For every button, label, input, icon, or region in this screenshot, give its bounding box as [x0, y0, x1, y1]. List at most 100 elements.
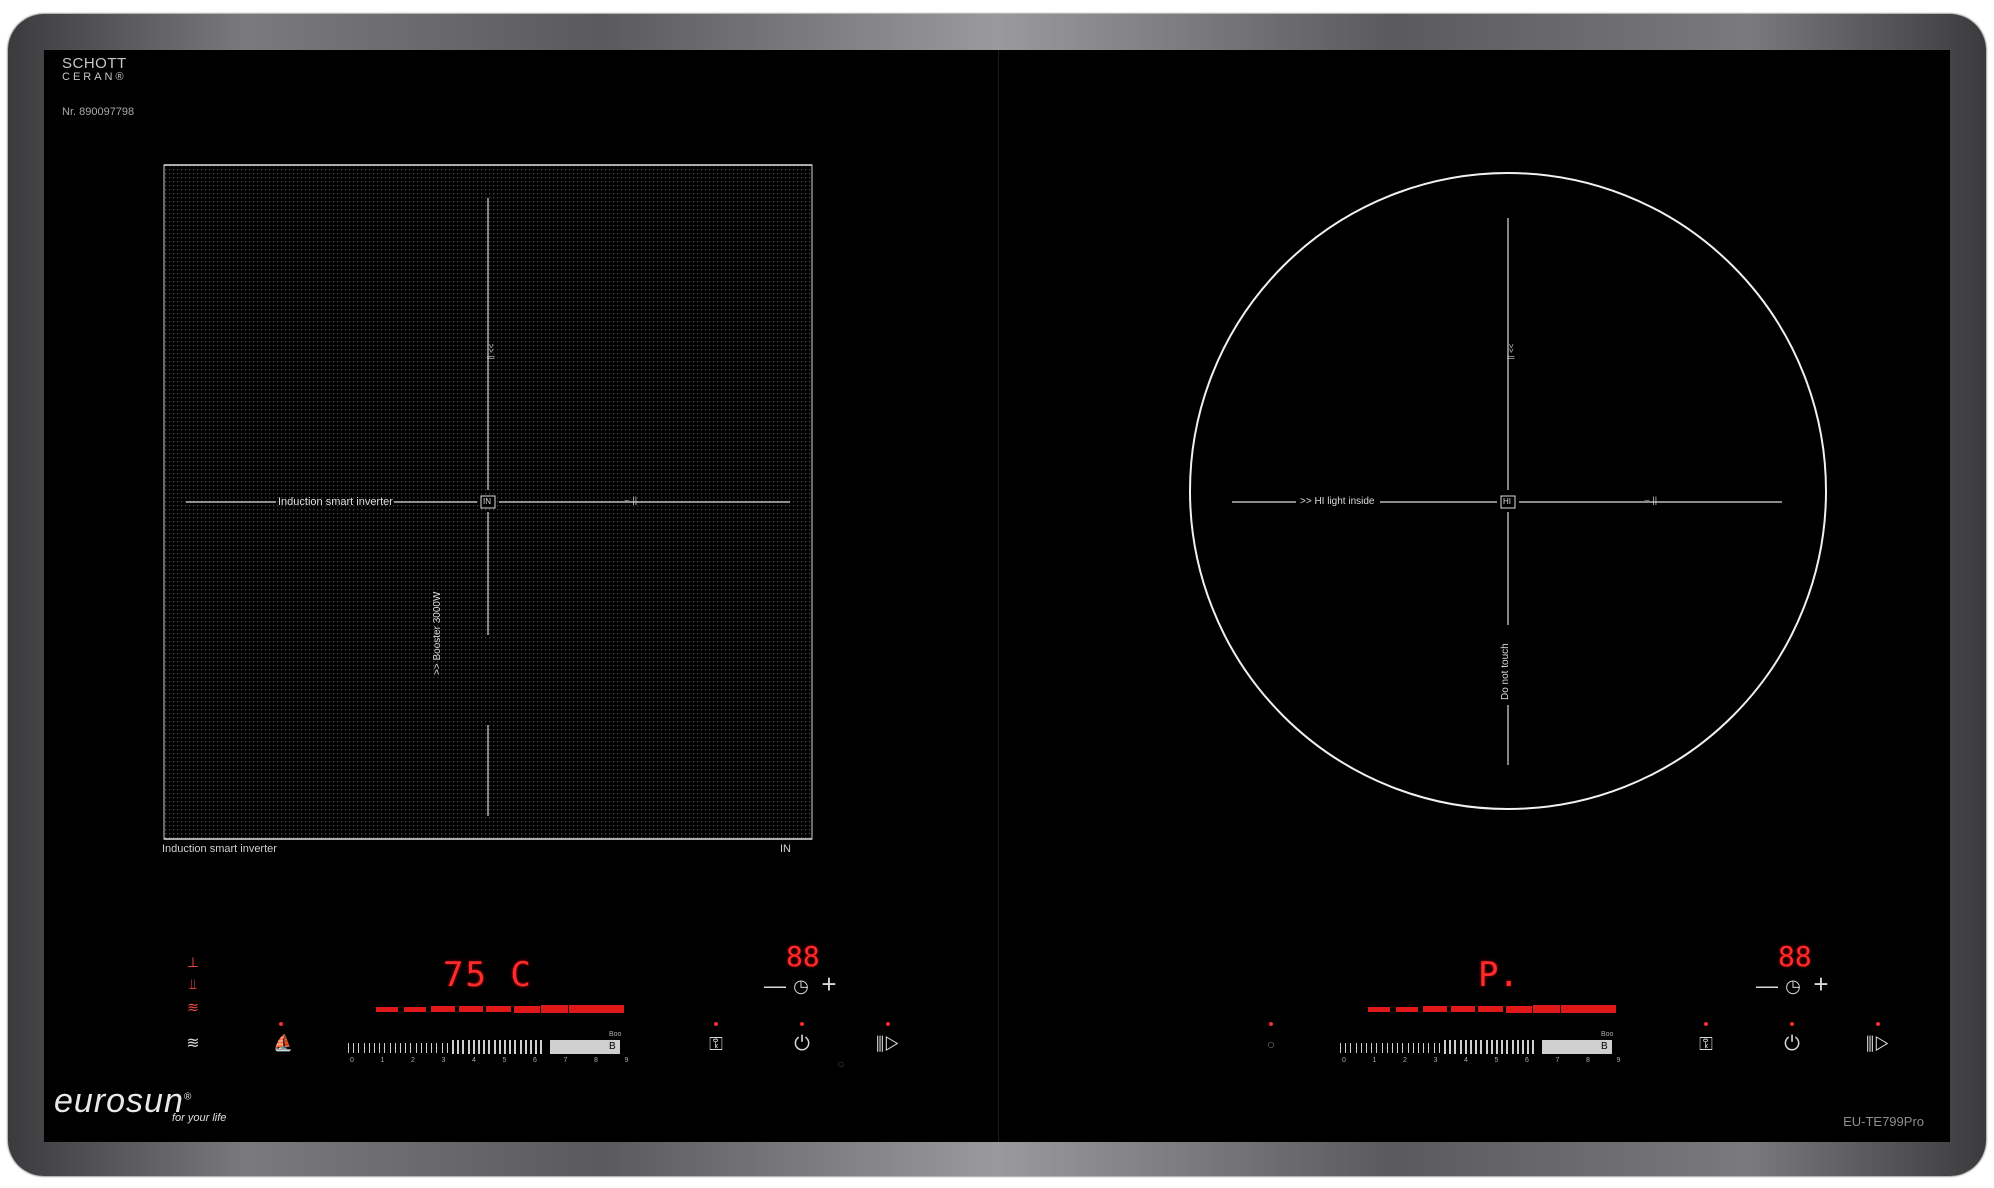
slider-tick[interactable] — [1376, 1043, 1378, 1053]
slider-tick[interactable] — [1350, 1043, 1352, 1053]
slider-tick[interactable] — [405, 1043, 407, 1053]
slider-tick[interactable] — [1423, 1043, 1425, 1053]
slider-tick[interactable] — [1506, 1040, 1509, 1054]
slider-tick[interactable] — [384, 1043, 386, 1053]
slider-tick[interactable] — [1428, 1043, 1430, 1053]
slider-tick[interactable] — [394, 1043, 396, 1053]
slider-tick[interactable] — [415, 1043, 417, 1053]
heat-level-mid-icon[interactable]: ⫫ — [178, 974, 208, 994]
slider-tick[interactable] — [1381, 1043, 1383, 1053]
left-vertical-label: >> Booster 3000W — [432, 591, 443, 675]
slider-tick[interactable] — [1402, 1043, 1404, 1053]
slider-tick[interactable] — [1366, 1043, 1367, 1053]
slider-tick[interactable] — [1511, 1040, 1514, 1054]
slider-tick[interactable] — [1360, 1043, 1362, 1053]
left-power-icon[interactable]: ⏻ — [787, 1034, 817, 1054]
slider-tick[interactable] — [353, 1043, 355, 1053]
slider-tick[interactable] — [1386, 1043, 1388, 1053]
slider-tick[interactable] — [1516, 1040, 1519, 1054]
slider-tick[interactable] — [431, 1043, 433, 1053]
right-power-icon[interactable]: ⏻ — [1777, 1034, 1807, 1054]
right-vertical-label: Do not touch — [1500, 643, 1511, 700]
slider-tick[interactable] — [452, 1040, 454, 1054]
slider-tick[interactable] — [472, 1040, 475, 1054]
pan-icon[interactable]: ⛵ — [268, 1034, 298, 1054]
slider-tick[interactable] — [1407, 1043, 1409, 1053]
slider-tick[interactable] — [1412, 1043, 1414, 1053]
model-number: EU-TE799Pro — [1843, 1114, 1924, 1129]
slider-tick[interactable] — [1522, 1040, 1524, 1054]
slider-tick[interactable] — [1345, 1043, 1347, 1053]
slider-tick[interactable] — [498, 1040, 501, 1054]
left-zone-caption: Induction smart inverter — [162, 843, 277, 855]
slider-tick[interactable] — [441, 1043, 443, 1053]
right-pause-icon[interactable]: ⫼▷ — [1863, 1034, 1893, 1054]
slider-tick[interactable] — [1371, 1043, 1373, 1053]
left-timer-plus-button[interactable]: + — [814, 971, 844, 997]
slider-tick[interactable] — [1392, 1043, 1393, 1053]
slider-tick[interactable] — [488, 1040, 491, 1054]
slider-tick[interactable] — [1397, 1043, 1399, 1053]
slider-tick[interactable] — [1438, 1043, 1440, 1053]
slider-tick[interactable] — [1527, 1040, 1530, 1054]
left-lock-icon[interactable]: ⚿ — [701, 1034, 731, 1054]
power-bar-segment — [1588, 1004, 1617, 1013]
left-zone-caption-right: IN — [780, 843, 791, 855]
slider-tick[interactable] — [1475, 1040, 1478, 1054]
slider-tick[interactable] — [363, 1043, 365, 1053]
slider-tick[interactable] — [1459, 1040, 1462, 1054]
slider-tick[interactable] — [1444, 1040, 1446, 1054]
slider-tick[interactable] — [1454, 1040, 1457, 1054]
slider-tick[interactable] — [420, 1043, 422, 1053]
right-timer-plus-button[interactable]: + — [1806, 971, 1836, 997]
left-pause-icon[interactable]: ⫼▷ — [873, 1034, 903, 1054]
slider-tick[interactable] — [514, 1040, 517, 1054]
slider-tick[interactable] — [524, 1040, 527, 1054]
slider-tick[interactable] — [1485, 1040, 1488, 1054]
slider-tick[interactable] — [426, 1043, 427, 1053]
slider-tick[interactable] — [519, 1040, 522, 1054]
power-bar-segment — [1478, 1005, 1504, 1013]
slider-tick[interactable] — [358, 1043, 360, 1053]
slider-tick[interactable] — [368, 1043, 370, 1053]
slider-tick[interactable] — [410, 1043, 412, 1053]
slider-tick[interactable] — [1355, 1043, 1357, 1053]
slider-tick[interactable] — [1470, 1040, 1472, 1054]
slider-tick[interactable] — [400, 1043, 401, 1053]
slider-tick[interactable] — [493, 1040, 496, 1054]
slider-number: 0 — [1342, 1057, 1346, 1064]
keep-warm-icon[interactable]: ≋ — [178, 1034, 208, 1054]
slider-tick[interactable] — [540, 1040, 543, 1054]
slider-tick[interactable] — [374, 1043, 375, 1053]
slider-tick[interactable] — [535, 1040, 538, 1054]
slider-tick[interactable] — [467, 1040, 470, 1054]
slider-tick[interactable] — [1418, 1043, 1419, 1053]
slider-tick[interactable] — [1496, 1040, 1498, 1054]
slider-tick[interactable] — [348, 1043, 349, 1053]
slider-tick[interactable] — [462, 1040, 465, 1054]
slider-tick[interactable] — [1340, 1043, 1341, 1053]
right-zone-select-icon[interactable]: ○ — [1256, 1034, 1286, 1054]
right-timer-clock-icon: ◷ — [1785, 976, 1801, 996]
slider-tick[interactable] — [436, 1043, 438, 1053]
slider-tick[interactable] — [1490, 1040, 1493, 1054]
slider-tick[interactable] — [1501, 1040, 1504, 1054]
slider-tick[interactable] — [1480, 1040, 1483, 1054]
slider-tick[interactable] — [457, 1040, 460, 1054]
slider-tick[interactable] — [530, 1040, 532, 1054]
heat-level-high-icon[interactable]: ≋ — [178, 997, 208, 1017]
slider-number: 0 — [350, 1057, 354, 1064]
slider-tick[interactable] — [483, 1040, 486, 1054]
slider-tick[interactable] — [504, 1040, 506, 1054]
heat-level-low-icon[interactable]: ⊥ — [178, 952, 208, 972]
slider-tick[interactable] — [1532, 1040, 1535, 1054]
slider-tick[interactable] — [509, 1040, 512, 1054]
slider-tick[interactable] — [379, 1043, 381, 1053]
slider-tick[interactable] — [478, 1040, 480, 1054]
slider-tick[interactable] — [1449, 1040, 1452, 1054]
slider-tick[interactable] — [389, 1043, 391, 1053]
slider-tick[interactable] — [1464, 1040, 1467, 1054]
right-lock-icon[interactable]: ⚿ — [1691, 1034, 1721, 1054]
slider-tick[interactable] — [1433, 1043, 1435, 1053]
slider-tick[interactable] — [446, 1043, 448, 1053]
